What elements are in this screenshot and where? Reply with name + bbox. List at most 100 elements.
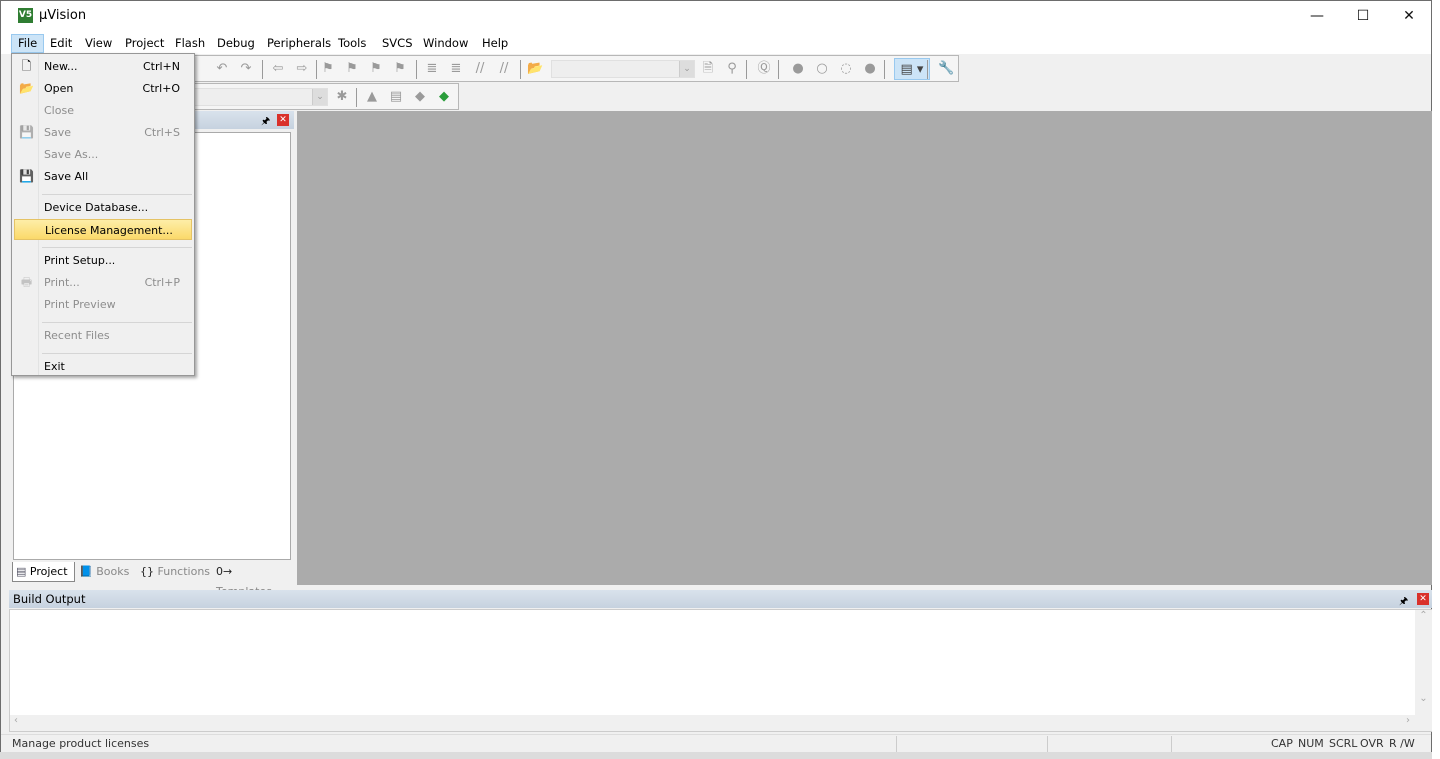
incremental-find-icon[interactable]: ⚲ — [724, 61, 740, 77]
select-packs-icon[interactable]: ◆ — [412, 89, 428, 105]
target-options-icon[interactable]: ✱ — [334, 89, 350, 105]
num-indicator: NUM — [1298, 737, 1324, 750]
toolbar-separator — [416, 60, 417, 79]
dropdown-arrow-icon[interactable]: ⌄ — [679, 61, 694, 77]
menu-project[interactable]: Project — [119, 34, 170, 53]
file-menu-item-new[interactable]: 🗋 New... Ctrl+N — [14, 56, 192, 77]
configure-wrench-icon[interactable]: 🔧 — [938, 61, 954, 77]
toolbar-file: ⌄ ✱ ▲ ▤ ◆ ◆ — [193, 83, 459, 110]
file-menu-item-print: 🖶 Print... Ctrl+P — [14, 272, 192, 293]
editor-area — [297, 111, 1433, 585]
tab-books[interactable]: 📘 Books — [76, 562, 136, 582]
toolbar-separator — [262, 60, 263, 79]
build-output-text[interactable]: ⌃ ⌄ ‹ › — [9, 609, 1433, 732]
tab-templates[interactable]: 0→ Templates — [213, 562, 290, 598]
menu-item-shortcut: Ctrl+N — [142, 60, 180, 73]
toolbar-separator — [520, 60, 521, 79]
close-window-button[interactable]: ✕ — [1386, 1, 1432, 32]
bookmark-icon[interactable]: ⚑ — [320, 61, 336, 77]
uvision-window: V5 µVision — ☐ ✕ File Edit View Project Flas… — [0, 0, 1433, 752]
uncomment-icon[interactable]: // — [496, 61, 512, 77]
file-menu-item-license-management[interactable]: License Management... — [14, 219, 192, 240]
scroll-indicator: SCRL — [1329, 737, 1358, 750]
file-menu-item-print-setup[interactable]: Print Setup... — [14, 250, 192, 271]
menu-item-label: Save As... — [44, 148, 99, 161]
find-doc-icon[interactable]: 🗎 — [700, 61, 716, 77]
menu-window[interactable]: Window — [417, 34, 474, 53]
tab-project[interactable]: ▤ Project — [12, 562, 75, 582]
tab-label: Books — [96, 565, 130, 578]
dropdown-arrow-icon[interactable]: ⌄ — [312, 89, 327, 105]
menu-item-shortcut: Ctrl+S — [144, 126, 180, 139]
tab-functions[interactable]: {} Functions — [137, 562, 212, 582]
menu-separator — [42, 194, 192, 195]
nav-back-icon[interactable]: ⇦ — [270, 61, 286, 77]
pack-installer-icon[interactable]: ◆ — [436, 89, 452, 105]
caps-indicator: CAP — [1271, 737, 1293, 750]
menu-file[interactable]: File — [11, 34, 45, 53]
menu-help[interactable]: Help — [476, 34, 514, 53]
menu-edit[interactable]: Edit — [44, 34, 78, 53]
project-pane-tabs: ▤ Project📘 Books{} Functions0→ Templates — [11, 562, 294, 598]
nav-forward-icon[interactable]: ⇨ — [294, 61, 310, 77]
menu-tools[interactable]: Tools — [332, 34, 372, 53]
horizontal-scrollbar[interactable]: ‹ › — [10, 715, 1432, 731]
comment-icon[interactable]: // — [472, 61, 488, 77]
tab-label: Functions — [157, 565, 211, 578]
minimize-button[interactable]: — — [1294, 1, 1340, 32]
target-select[interactable]: ⌄ — [194, 88, 328, 106]
menu-debug[interactable]: Debug — [211, 34, 261, 53]
breakpoint-disable-all-icon[interactable]: ◌ — [838, 61, 854, 77]
tab-label: Project — [29, 565, 68, 578]
manage-components-icon[interactable]: ▲ — [364, 89, 380, 105]
menu-item-label: License Management... — [45, 224, 173, 237]
file-menu-item-device-database[interactable]: Device Database... — [14, 197, 192, 218]
unindent-icon[interactable]: ≣ — [448, 61, 464, 77]
menu-separator — [42, 247, 192, 248]
menu-flash[interactable]: Flash — [169, 34, 211, 53]
status-message: Manage product licenses — [12, 737, 150, 750]
bookmark-prev-icon[interactable]: ⚑ — [344, 61, 360, 77]
build-output-pane: Build Output 🖈 ✕ ⌃ ⌄ ‹ › — [9, 590, 1433, 732]
menu-item-label: Print... — [44, 276, 80, 289]
find-combo[interactable]: ⌄ — [551, 60, 695, 78]
menu-item-label: Save — [44, 126, 72, 139]
window-layout-icon[interactable]: ▤ ▾ — [894, 58, 930, 80]
undo-icon[interactable]: ↶ — [214, 61, 230, 77]
menu-view[interactable]: View — [79, 34, 118, 53]
background-window — [1432, 0, 1440, 759]
maximize-button[interactable]: ☐ — [1340, 1, 1386, 32]
file-menu-item-open[interactable]: 📂 Open Ctrl+O — [14, 78, 192, 99]
breakpoint-icon[interactable]: ● — [790, 61, 806, 77]
books-icon: 📘 — [79, 565, 97, 578]
menu-item-label: Recent Files — [44, 329, 110, 342]
menu-separator — [42, 353, 192, 354]
file-menu-item-exit[interactable]: Exit — [14, 356, 192, 377]
menu-item-label: Open — [44, 82, 74, 95]
file-menu-item-save-all[interactable]: 💾 Save All — [14, 166, 192, 187]
bookmark-clear-icon[interactable]: ⚑ — [392, 61, 408, 77]
menu-peripherals[interactable]: Peripherals — [261, 34, 337, 53]
debug-session-icon[interactable]: Ⓠ — [756, 61, 772, 77]
readwrite-indicator: R /W — [1389, 737, 1415, 750]
manage-multiproject-icon[interactable]: ▤ — [388, 89, 404, 105]
window-title: µVision — [39, 8, 87, 23]
save-icon: 💾 — [19, 125, 34, 139]
file-menu-item-save-as: Save As... — [14, 144, 192, 165]
indent-icon[interactable]: ≣ — [424, 61, 440, 77]
menu-item-label: Exit — [44, 360, 65, 373]
functions-icon: {} — [140, 565, 158, 578]
bookmark-next-icon[interactable]: ⚑ — [368, 61, 384, 77]
pin-icon[interactable]: 🖈 — [261, 114, 270, 131]
breakpoint-disable-icon[interactable]: ○ — [814, 61, 830, 77]
redo-icon[interactable]: ↷ — [238, 61, 254, 77]
file-menu-item-print-preview: Print Preview — [14, 294, 192, 315]
menu-bar: File Edit View Project Flash Debug Peripherals… — [1, 32, 1431, 54]
find-in-files-icon[interactable]: 📂 — [527, 61, 543, 77]
menu-svcs[interactable]: SVCS — [376, 34, 419, 53]
close-pane-button[interactable]: ✕ — [277, 114, 289, 126]
breakpoint-kill-all-icon[interactable]: ● — [862, 61, 878, 77]
vertical-scrollbar[interactable]: ⌃ ⌄ — [1415, 610, 1432, 716]
menu-item-label: Save All — [44, 170, 89, 183]
close-pane-button[interactable]: ✕ — [1417, 593, 1429, 605]
